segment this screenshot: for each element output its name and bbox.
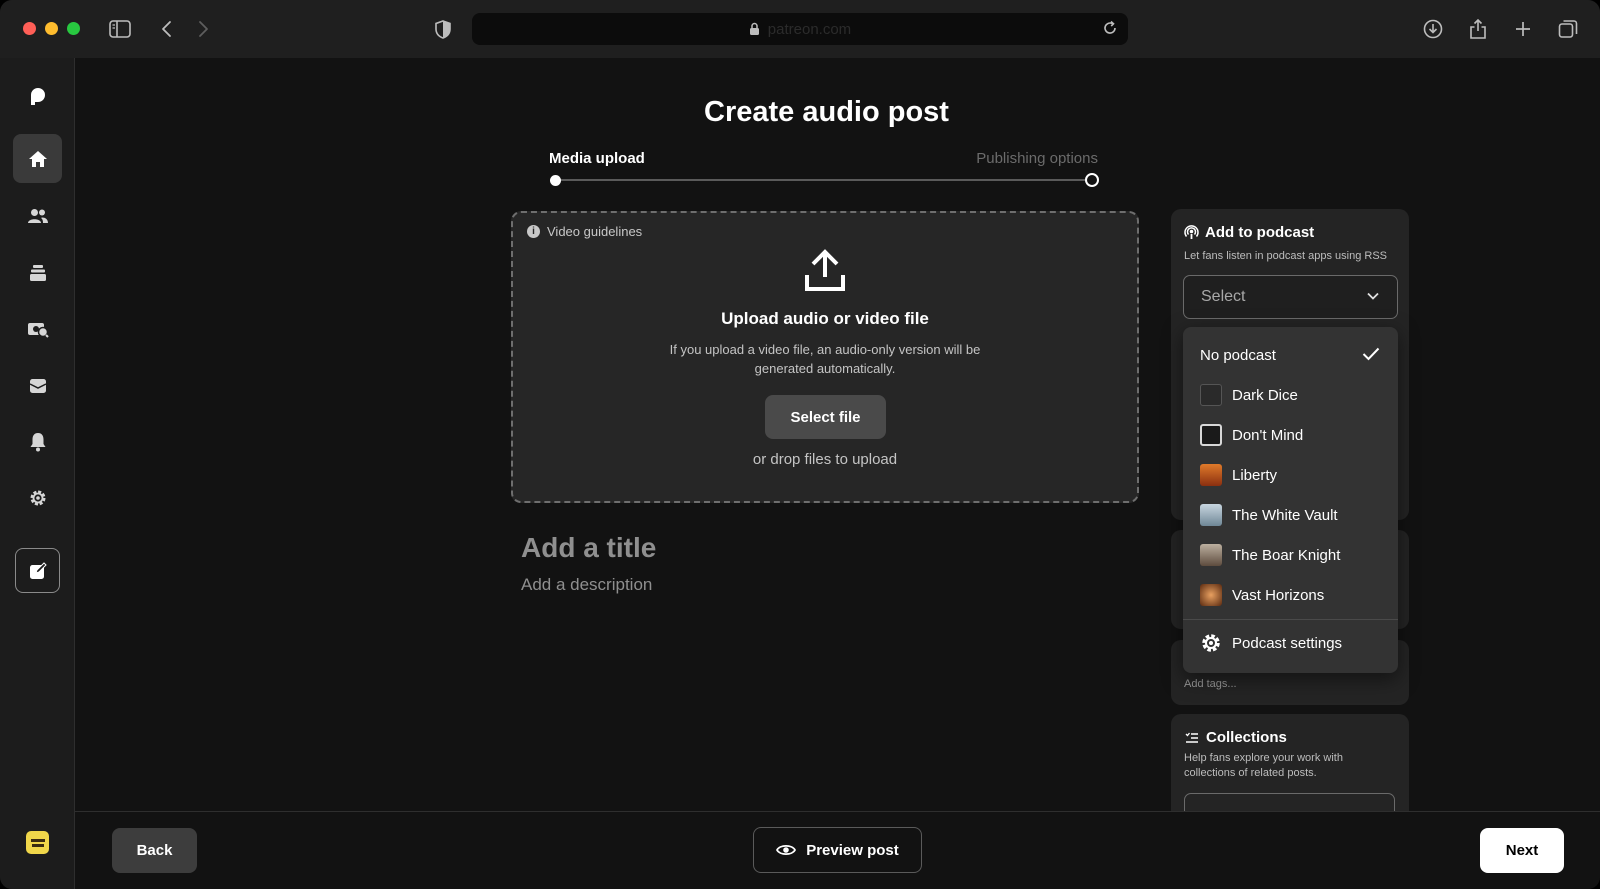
podcast-icon xyxy=(1184,225,1199,239)
podcast-option-label: Vast Horizons xyxy=(1232,586,1325,604)
podcast-option-dont-mind[interactable]: Don't Mind xyxy=(1183,415,1398,455)
sidebar-toggle-icon[interactable] xyxy=(107,16,133,42)
info-icon: i xyxy=(527,225,540,238)
podcast-option-label: Don't Mind xyxy=(1232,426,1304,444)
browser-window: patreon.com Create audio post Media uplo… xyxy=(0,0,1600,889)
podcast-thumbnail xyxy=(1200,424,1222,446)
upload-icon xyxy=(804,249,846,298)
patreon-logo-icon[interactable] xyxy=(13,71,62,120)
app-sidebar xyxy=(0,58,75,889)
create-post-button[interactable] xyxy=(15,548,60,593)
podcast-option-vast-horizons[interactable]: Vast Horizons xyxy=(1183,575,1398,615)
post-title-input[interactable]: Add a title xyxy=(521,532,656,564)
eye-icon xyxy=(776,844,797,856)
podcast-option-label: The White Vault xyxy=(1232,506,1338,524)
upload-subtitle: If you upload a video file, an audio-onl… xyxy=(669,342,981,376)
podcast-option-label: No podcast xyxy=(1200,346,1276,364)
podcast-settings-label: Podcast settings xyxy=(1232,634,1343,652)
stepper-current-dot xyxy=(550,175,561,186)
podcast-thumbnail xyxy=(1200,504,1222,526)
step-media-upload: Media upload xyxy=(549,150,645,167)
video-guidelines-link[interactable]: i Video guidelines xyxy=(527,224,642,239)
podcast-thumbnail xyxy=(1200,584,1222,606)
upload-dropzone[interactable]: i Video guidelines Upload audio or video… xyxy=(511,211,1139,503)
podcast-option-the-white-vault[interactable]: The White Vault xyxy=(1183,495,1398,535)
minimize-window-button[interactable] xyxy=(45,22,58,35)
privacy-shield-icon[interactable] xyxy=(430,16,456,42)
chevron-down-icon xyxy=(1366,289,1380,308)
preview-post-button[interactable]: Preview post xyxy=(753,827,922,873)
collections-icon xyxy=(1185,732,1198,743)
tags-input[interactable]: Add tags... xyxy=(1184,678,1237,690)
url-text: patreon.com xyxy=(767,20,852,38)
step-publishing-options: Publishing options xyxy=(976,150,1098,167)
drop-files-hint: or drop files to upload xyxy=(752,451,898,468)
forward-arrow-icon[interactable] xyxy=(190,16,216,42)
podcast-option-label: Liberty xyxy=(1232,466,1278,484)
library-icon[interactable] xyxy=(13,248,62,297)
add-to-podcast-title: Add to podcast xyxy=(1205,224,1315,241)
downloads-icon[interactable] xyxy=(1420,16,1446,42)
stepper-next-dot xyxy=(1085,173,1099,187)
members-icon[interactable] xyxy=(13,191,62,240)
collections-subtitle: Help fans explore your work with collect… xyxy=(1184,752,1343,779)
bottom-action-bar: Back Preview post Next xyxy=(75,811,1600,889)
address-bar[interactable]: patreon.com xyxy=(472,13,1128,45)
back-arrow-icon[interactable] xyxy=(154,16,180,42)
collections-title: Collections xyxy=(1206,729,1287,746)
podcast-select[interactable]: Select xyxy=(1183,275,1398,319)
podcast-option-dark-dice[interactable]: Dark Dice xyxy=(1183,375,1398,415)
post-description-input[interactable]: Add a description xyxy=(521,575,652,595)
podcast-option-liberty[interactable]: Liberty xyxy=(1183,455,1398,495)
upload-title: Upload audio or video file xyxy=(721,309,929,328)
reload-icon[interactable] xyxy=(1102,20,1118,41)
browser-toolbar: patreon.com xyxy=(0,0,1600,58)
next-button[interactable]: Next xyxy=(1480,828,1564,873)
podcast-option-no-podcast[interactable]: No podcast xyxy=(1183,335,1398,375)
settings-gear-icon xyxy=(1200,632,1222,654)
podcast-thumbnail xyxy=(1200,464,1222,486)
compose-icon xyxy=(29,561,47,579)
checkmark-icon xyxy=(1362,347,1380,365)
page-title: Create audio post xyxy=(704,96,949,128)
podcast-thumbnail xyxy=(1200,384,1222,406)
podcast-thumbnail xyxy=(1200,544,1222,566)
video-guidelines-label: Video guidelines xyxy=(547,224,643,239)
messages-icon[interactable] xyxy=(13,361,62,410)
podcast-option-label: Dark Dice xyxy=(1232,386,1298,404)
preview-post-label: Preview post xyxy=(806,841,899,859)
podcast-option-the-boar-knight[interactable]: The Boar Knight xyxy=(1183,535,1398,575)
back-button[interactable]: Back xyxy=(112,828,197,873)
settings-gear-icon[interactable] xyxy=(13,473,62,522)
creator-avatar[interactable] xyxy=(26,831,49,854)
menu-divider xyxy=(1183,619,1398,620)
share-icon[interactable] xyxy=(1465,16,1491,42)
notifications-icon[interactable] xyxy=(13,417,62,466)
lock-icon xyxy=(749,22,759,35)
stepper-track xyxy=(556,179,1091,181)
podcast-dropdown-menu: No podcast Dark Dice Don't Mind Liberty … xyxy=(1183,327,1398,673)
add-to-podcast-heading: Add to podcast xyxy=(1184,224,1314,241)
home-icon[interactable] xyxy=(13,134,62,183)
zoom-window-button[interactable] xyxy=(67,22,80,35)
insights-icon[interactable] xyxy=(13,304,62,353)
close-window-button[interactable] xyxy=(23,22,36,35)
select-file-button[interactable]: Select file xyxy=(765,395,886,439)
podcast-option-label: The Boar Knight xyxy=(1232,546,1341,564)
new-tab-icon[interactable] xyxy=(1510,16,1536,42)
add-to-podcast-subtitle: Let fans listen in podcast apps using RS… xyxy=(1184,250,1388,262)
tab-overview-icon[interactable] xyxy=(1555,16,1581,42)
collections-heading: Collections xyxy=(1185,729,1287,746)
podcast-select-value: Select xyxy=(1201,288,1246,305)
podcast-settings-item[interactable]: Podcast settings xyxy=(1183,623,1398,663)
